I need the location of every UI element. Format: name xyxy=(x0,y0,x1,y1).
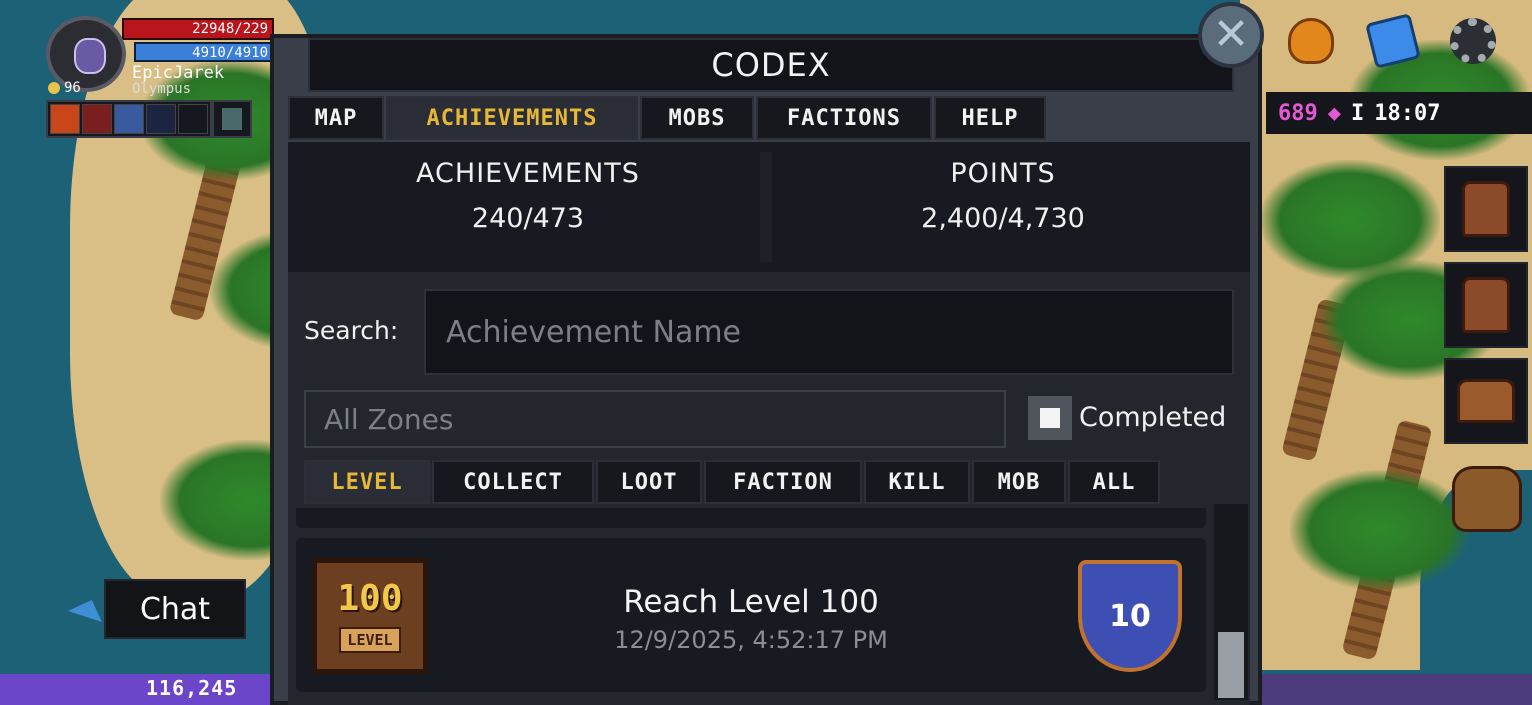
checkbox-square xyxy=(1040,408,1060,428)
category-filters: LEVEL COLLECT LOOT FACTION KILL MOB ALL xyxy=(304,460,1160,504)
hp-bar: 22948/229 xyxy=(122,18,274,40)
separator: I xyxy=(1351,100,1365,126)
filter-loot[interactable]: LOOT xyxy=(596,460,702,504)
backpack-slot-1[interactable] xyxy=(1444,166,1528,252)
codex-title-bar: CODEX xyxy=(308,38,1234,92)
bag-merchant-icon[interactable] xyxy=(1452,466,1522,532)
completed-checkbox[interactable] xyxy=(1028,396,1072,440)
zone-dropdown-value: All Zones xyxy=(324,402,454,436)
palm-tree xyxy=(1290,470,1470,590)
tab-map[interactable]: MAP xyxy=(288,96,384,140)
tab-mobs[interactable]: MOBS xyxy=(640,96,754,140)
list-item xyxy=(296,508,1206,528)
achievement-row[interactable]: 100 LEVEL Reach Level 100 12/9/2025, 4:5… xyxy=(296,538,1206,692)
close-icon: ✕ xyxy=(1212,9,1250,60)
points-shield-icon: 10 xyxy=(1078,560,1182,672)
player-level: 96 xyxy=(48,80,81,96)
points-stat-value: 2,400/4,730 xyxy=(921,203,1085,234)
fire-buff-icon[interactable] xyxy=(50,104,80,134)
tab-help[interactable]: HELP xyxy=(934,96,1046,140)
backpack-icon xyxy=(1462,277,1510,333)
search-input[interactable] xyxy=(424,289,1234,375)
chest-icon xyxy=(1457,379,1515,423)
filter-collect[interactable]: COLLECT xyxy=(432,460,594,504)
lion-crest-icon[interactable] xyxy=(1288,18,1334,64)
filter-mob[interactable]: MOB xyxy=(972,460,1066,504)
filter-faction[interactable]: FACTION xyxy=(704,460,862,504)
stats-divider xyxy=(760,152,772,262)
achievement-points: 10 xyxy=(1109,598,1151,634)
achievements-stat-label: ACHIEVEMENTS xyxy=(416,158,640,189)
tab-factions[interactable]: FACTIONS xyxy=(756,96,932,140)
mp-text: 4910/4910 xyxy=(192,45,268,61)
avatar-face xyxy=(74,38,106,74)
gem-count: 689 xyxy=(1278,100,1318,126)
empty-buff-slot xyxy=(178,104,208,134)
achievement-stats: ACHIEVEMENTS 240/473 POINTS 2,400/4,730 xyxy=(288,142,1250,272)
scroll-thumb[interactable] xyxy=(1218,632,1244,698)
hp-text: 22948/229 xyxy=(192,21,268,37)
achievement-date: 12/9/2025, 4:52:17 PM xyxy=(614,626,888,654)
backpack-slot-2[interactable] xyxy=(1444,262,1528,348)
buff-bar xyxy=(46,100,212,138)
filter-all[interactable]: ALL xyxy=(1068,460,1160,504)
list-scrollbar[interactable] xyxy=(1214,504,1248,700)
chest-slot[interactable] xyxy=(1444,358,1528,444)
tab-achievements[interactable]: ACHIEVEMENTS xyxy=(386,96,638,140)
achievements-stat-value: 240/473 xyxy=(471,203,585,234)
search-label: Search: xyxy=(304,316,399,345)
codex-title: CODEX xyxy=(711,46,831,84)
achievements-stat: ACHIEVEMENTS 240/473 xyxy=(398,158,658,234)
points-stat: POINTS 2,400/4,730 xyxy=(868,158,1138,234)
gem-icon: ◆ xyxy=(1327,100,1341,126)
points-stat-label: POINTS xyxy=(950,158,1056,189)
xp-value: 116,245 xyxy=(146,676,238,700)
skull-icon xyxy=(48,82,60,94)
achievement-title: Reach Level 100 xyxy=(623,584,879,620)
clock: 18:07 xyxy=(1374,100,1441,126)
shadow-buff-icon[interactable] xyxy=(146,104,176,134)
zone-dropdown[interactable]: All Zones xyxy=(304,390,1006,448)
star-buff-icon[interactable] xyxy=(82,104,112,134)
player-guild: Olympus xyxy=(132,81,192,97)
filter-kill[interactable]: KILL xyxy=(864,460,970,504)
player-name: EpicJarek xyxy=(132,63,225,83)
filter-level[interactable]: LEVEL xyxy=(304,460,430,504)
achievements-panel: ACHIEVEMENTS 240/473 POINTS 2,400/4,730 … xyxy=(288,142,1250,705)
codex-window: CODEX MAP ACHIEVEMENTS MOBS FACTIONS HEL… xyxy=(270,34,1262,705)
trident-icon xyxy=(222,108,242,130)
backpack-icon xyxy=(1462,181,1510,237)
achievement-list: 100 LEVEL Reach Level 100 12/9/2025, 4:5… xyxy=(296,508,1206,704)
completed-label: Completed xyxy=(1079,402,1227,433)
close-button[interactable]: ✕ xyxy=(1198,2,1264,68)
currency-bar: 689 ◆ I 18:07 xyxy=(1266,92,1532,134)
chat-button[interactable]: Chat xyxy=(104,579,246,639)
player-level-value: 96 xyxy=(64,80,81,96)
codex-tabs: MAP ACHIEVEMENTS MOBS FACTIONS HELP xyxy=(288,96,1046,140)
trident-buff-icon[interactable] xyxy=(212,100,252,138)
mp-bar: 4910/4910 xyxy=(134,42,274,62)
burst-buff-icon[interactable] xyxy=(114,104,144,134)
gear-icon[interactable] xyxy=(1450,18,1496,64)
